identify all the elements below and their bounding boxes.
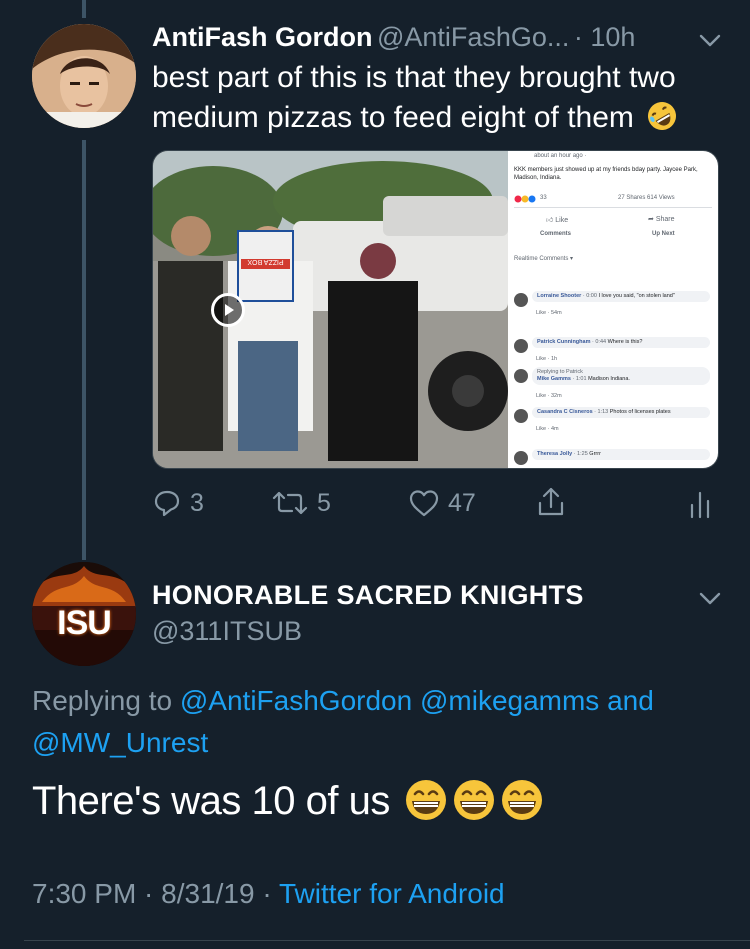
share-icon[interactable] [536,486,566,518]
tweet1-text-block: best part of this is that they brought t… [152,58,717,138]
share-button[interactable]: ➦ Share [648,215,675,223]
play-icon [225,304,234,316]
tweet2-text-block: There's was 10 of us [32,778,544,824]
comment-text: Where is this? [607,339,643,345]
comment-text: Madison Indiana. [588,376,630,382]
reply-count: 3 [190,489,204,517]
user-handle[interactable]: @311ITSUB [152,616,302,647]
mention-link[interactable]: @MW_Unrest [32,727,208,758]
retweet-count: 5 [317,489,331,517]
comment-meta[interactable]: Like · 4m [536,426,559,432]
pizza-box-label: PIZZA BOX [247,258,284,265]
reply-icon[interactable] [152,488,182,518]
user-handle[interactable]: @AntiFashGo... [377,22,569,52]
share-label: Share [655,216,675,223]
avatar [514,339,528,353]
comment-time: · 1:25 [572,451,590,457]
comment-text: Photos of licenses plates [609,409,671,415]
facebook-comments-panel: about an hour ago · KKK members just sho… [508,151,718,468]
avatar [514,293,528,307]
reaction-icons [514,195,536,203]
tab-comments[interactable]: Comments [540,231,571,237]
replying-prefix: Replying to [32,685,180,716]
rolling-on-floor-laughing-icon [648,101,677,130]
comment-time: · 0:44 [590,339,608,345]
chevron-down-icon[interactable] [697,27,723,53]
thread-line [82,140,86,560]
mention-link[interactable]: @mikegamms [420,685,599,716]
tweet-text: There's was 10 of us [32,779,390,823]
retweet-icon[interactable] [270,488,310,518]
like-count: 47 [448,489,476,517]
comment-time: · 1:13 [592,409,610,415]
timestamp[interactable]: 7:30 PM · 8/31/19 · [32,878,279,909]
replying-to: Replying to @AntiFashGordon @mikegamms a… [32,680,722,764]
comment-bubble: Theresa Jolly · 1:25 Grrrr [532,449,710,460]
comment-bubble: Replying to Patrick Mike Gamms · 1:01 Mad… [532,367,710,385]
avatar[interactable]: ISU [32,562,136,666]
commenter-name[interactable]: Patrick Cunningham [537,339,590,345]
realtime-comments-dropdown[interactable]: Realtime Comments ▾ [514,255,573,262]
like-heart-icon[interactable] [408,488,440,518]
comment-time: · 1:01 [570,376,589,382]
comment-text: I love you said, "on stolen land" [598,293,675,299]
replying-label: Replying to Patrick [537,369,583,375]
like-icon: 👍︎ [546,217,554,224]
commenter-name[interactable]: Theresa Jolly [537,451,572,457]
grinning-face-icon [406,780,447,820]
thread-line-top [82,0,86,18]
like-label: Like [555,217,569,224]
comment-bubble: Casandra C Cisneros · 1:13 Photos of lic… [532,407,710,418]
mention-link[interactable]: @AntiFashGordon [180,685,412,716]
tweet-text: best part of this is that they brought t… [152,61,676,134]
analytics-icon[interactable] [688,489,712,519]
avatar [514,451,528,465]
commenter-name[interactable]: Mike Gamms [537,376,571,382]
grinning-face-icon [502,780,543,820]
fb-post-time: about an hour ago · [534,153,587,159]
avatar [514,409,528,423]
video-thumbnail[interactable] [153,151,508,468]
fb-post-text: KKK members just showed up at my friends… [514,167,698,181]
like-button[interactable]: 👍︎ Like [546,215,568,224]
avatar-text: ISU [57,604,112,642]
tab-up-next[interactable]: Up Next [652,231,675,237]
emoji-row [400,779,544,823]
tweet-time[interactable]: · 10h [574,22,636,52]
display-name[interactable]: HONORABLE SACRED KNIGHTS [152,580,584,611]
comment-time: · 0:00 [581,293,599,299]
comment-text: Grrrr [589,451,601,457]
divider [514,207,712,208]
comment-bubble: Lorraine Shooter · 0:00 I love you said,… [532,291,710,302]
reaction-count: 33 [540,195,547,201]
play-button[interactable] [211,293,245,327]
comment-meta[interactable]: Like · 32m [536,393,562,399]
tweet-media[interactable]: PIZZA BOX about an hour ago · KKK member… [152,150,719,469]
comment-meta[interactable]: Like · 54m [536,310,562,316]
display-name[interactable]: AntiFash Gordon [152,22,372,52]
tweet1-actions: 3 5 47 [152,485,712,521]
commenter-name[interactable]: Lorraine Shooter [537,293,581,299]
tweet-meta: 7:30 PM · 8/31/19 · Twitter for Android [32,878,505,910]
comment-meta[interactable]: Like · 1h [536,356,557,362]
grinning-face-icon [454,780,495,820]
commenter-name[interactable]: Casandra C Cisneros [537,409,593,415]
tweet1-header: AntiFash Gordon @AntiFashGo... · 10h [152,22,635,53]
share-icon: ➦ [648,216,654,223]
mention-and[interactable]: and [599,685,654,716]
avatar [514,369,528,383]
divider [24,940,750,941]
comment-bubble: Patrick Cunningham · 0:44 Where is this? [532,337,710,348]
chevron-down-icon[interactable] [697,585,723,611]
shares-views: 27 Shares 614 Views [618,195,675,201]
source-link[interactable]: Twitter for Android [279,878,505,909]
avatar[interactable] [32,24,136,128]
